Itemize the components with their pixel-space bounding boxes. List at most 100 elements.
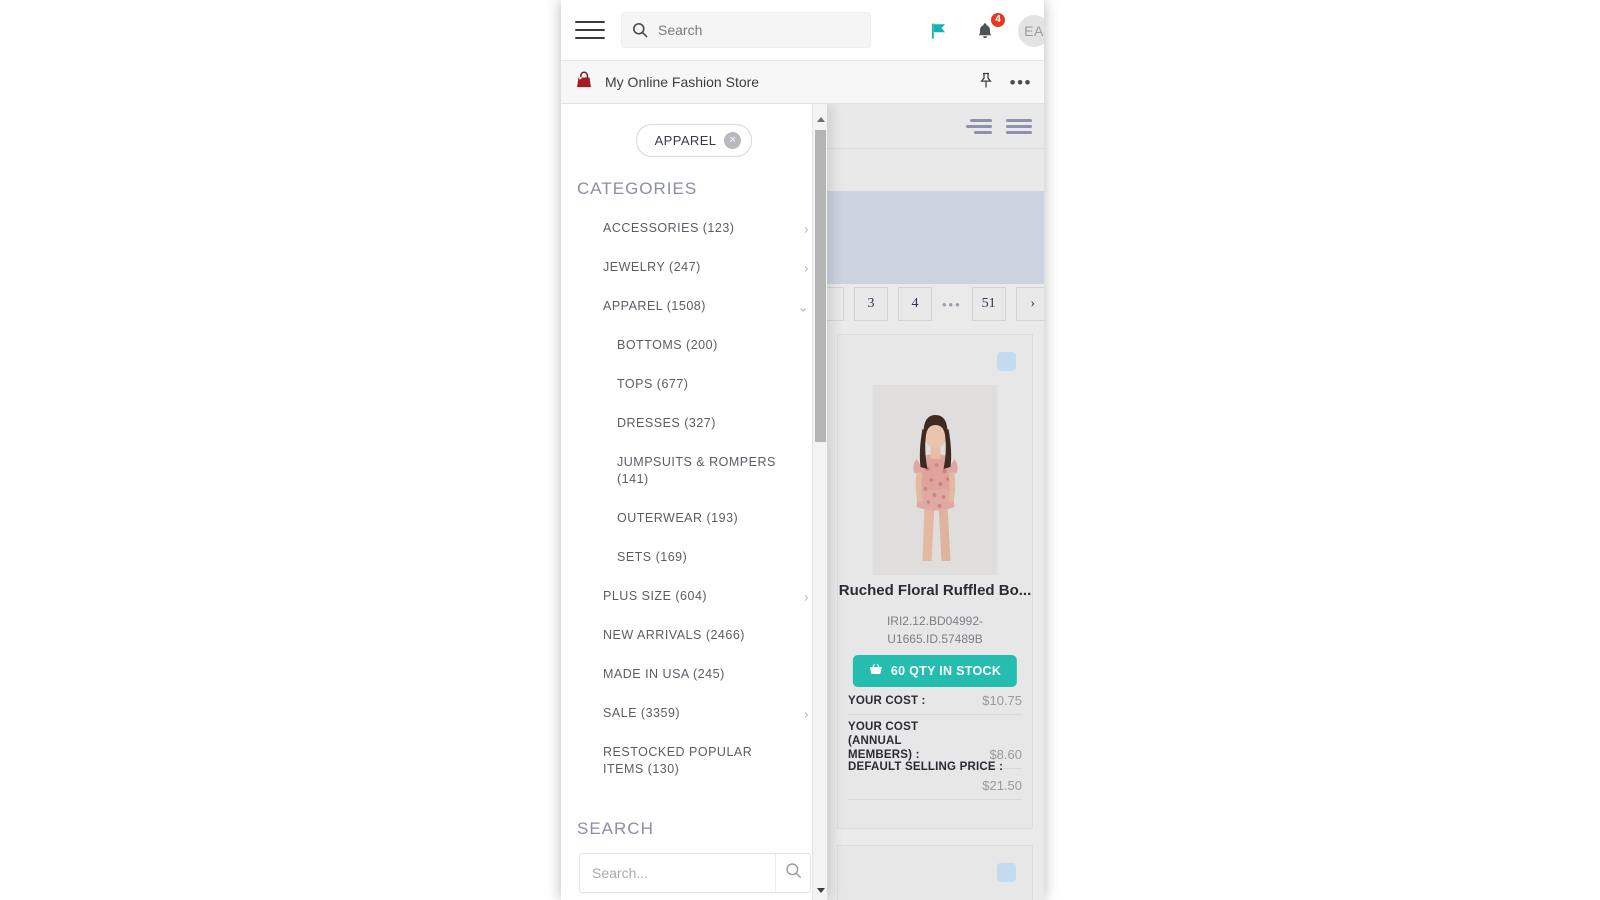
- stock-badge-label: 60 QTY IN STOCK: [890, 664, 1002, 678]
- close-icon[interactable]: ×: [724, 132, 742, 149]
- product-select-checkbox[interactable]: [997, 352, 1016, 371]
- category-label: DRESSES (327): [617, 416, 716, 430]
- view-line: [966, 124, 992, 128]
- panel-search-heading: SEARCH: [577, 819, 654, 838]
- page-button-3[interactable]: 3: [854, 287, 888, 321]
- view-line: [1006, 130, 1032, 134]
- category-label: MADE IN USA (245): [603, 667, 725, 681]
- app-window: 4 EA My Online Fashion Store: [561, 0, 1044, 900]
- category-label: TOPS (677): [617, 377, 689, 391]
- chevron-down-icon[interactable]: [813, 883, 828, 898]
- page-ellipsis: •••: [942, 296, 962, 312]
- category-label: ACCESSORIES (123): [603, 221, 735, 235]
- view-line: [1006, 124, 1032, 128]
- category-item-made-in-usa[interactable]: MADE IN USA (245): [561, 655, 827, 694]
- selection-band: [826, 191, 1044, 284]
- listing-toolbar: [826, 104, 1044, 149]
- listing-filters-strip: [826, 149, 1044, 191]
- chevron-right-icon[interactable]: ›: [804, 220, 809, 237]
- stock-badge[interactable]: 60 QTY IN STOCK: [852, 655, 1018, 687]
- chevron-right-icon[interactable]: ›: [804, 588, 809, 605]
- search-icon: [785, 862, 802, 884]
- hamburger-line: [575, 37, 605, 39]
- category-item-sets[interactable]: SETS (169): [561, 538, 827, 577]
- avatar[interactable]: EA: [1018, 14, 1044, 47]
- filter-panel: APPAREL × CATEGORIES ACCESSORIES (123) ›…: [561, 104, 827, 900]
- top-bar-actions: 4 EA: [926, 0, 1044, 61]
- search-icon: [632, 22, 648, 38]
- basket-icon: [869, 663, 883, 679]
- arrow-glyph: [816, 888, 825, 893]
- view-line: [974, 130, 992, 134]
- category-list: ACCESSORIES (123) › JEWELRY (247) › APPA…: [561, 199, 827, 789]
- active-filter-chips: APPAREL ×: [561, 104, 827, 157]
- category-label: BOTTOMS (200): [617, 338, 718, 352]
- category-item-bottoms[interactable]: BOTTOMS (200): [561, 326, 827, 365]
- category-item-outerwear[interactable]: OUTERWEAR (193): [561, 499, 827, 538]
- page-button-last[interactable]: 51: [971, 287, 1006, 321]
- category-item-dresses[interactable]: DRESSES (327): [561, 404, 827, 443]
- arrow-glyph: [816, 117, 825, 122]
- notification-badge: 4: [990, 11, 1006, 28]
- list-view-icon[interactable]: [966, 118, 992, 134]
- category-item-accessories[interactable]: ACCESSORIES (123) ›: [561, 209, 827, 248]
- category-label: PLUS SIZE (604): [603, 589, 708, 603]
- chip-label: APPAREL: [654, 133, 717, 148]
- product-card[interactable]: [837, 845, 1033, 900]
- category-item-plus-size[interactable]: PLUS SIZE (604) ›: [561, 577, 827, 616]
- page-button-partial[interactable]: [826, 287, 844, 321]
- category-item-new-arrivals[interactable]: NEW ARRIVALS (2466): [561, 616, 827, 655]
- panel-search-button[interactable]: [775, 854, 810, 892]
- chevron-up-icon[interactable]: [813, 112, 828, 127]
- global-search-box[interactable]: [621, 12, 871, 48]
- category-label: SALE (3359): [603, 706, 681, 720]
- price-label: DEFAULT SELLING PRICE :: [848, 761, 1004, 773]
- category-item-restocked-popular-items[interactable]: RESTOCKED POPULAR ITEMS (130): [561, 733, 827, 789]
- category-item-jewelry[interactable]: JEWELRY (247) ›: [561, 248, 827, 287]
- tab-more-options-icon[interactable]: •••: [1010, 74, 1032, 91]
- store-tab-title[interactable]: My Online Fashion Store: [605, 74, 759, 90]
- product-listing: 3 4 ••• 51 › Ruched Floral Ruffled Bo...…: [826, 104, 1044, 900]
- product-sku: IRI2.12.BD04992-U1665.ID.57489B: [886, 614, 984, 646]
- pagination: 3 4 ••• 51 ›: [826, 279, 1044, 329]
- product-select-checkbox[interactable]: [997, 863, 1016, 882]
- product-title[interactable]: Ruched Floral Ruffled Bo...: [838, 582, 1032, 599]
- top-bar: 4 EA: [561, 0, 1044, 61]
- page-button-4[interactable]: 4: [898, 287, 932, 321]
- filter-panel-scrollbar[interactable]: [812, 104, 827, 900]
- category-item-sale[interactable]: SALE (3359) ›: [561, 694, 827, 733]
- hamburger-line: [575, 29, 605, 31]
- list-compact-icon[interactable]: [1006, 118, 1032, 134]
- categories-heading: CATEGORIES: [577, 179, 698, 198]
- hamburger-icon[interactable]: [575, 16, 607, 44]
- page-next-button[interactable]: ›: [1015, 287, 1044, 321]
- chevron-down-icon[interactable]: ⌄: [798, 298, 809, 315]
- view-line: [1006, 118, 1032, 122]
- category-item-tops[interactable]: TOPS (677): [561, 365, 827, 404]
- panel-search-box[interactable]: [579, 853, 811, 893]
- category-item-jumpsuits-rompers[interactable]: JUMPSUITS & ROMPERS (141): [561, 443, 827, 499]
- store-tab-bar: My Online Fashion Store •••: [561, 61, 1044, 104]
- active-filter-chip-apparel[interactable]: APPAREL ×: [635, 124, 753, 157]
- bell-icon[interactable]: 4: [972, 11, 1006, 44]
- category-item-apparel[interactable]: APPAREL (1508) ⌄: [561, 287, 827, 326]
- content-area: 3 4 ••• 51 › Ruched Floral Ruffled Bo...…: [561, 104, 1044, 900]
- scrollbar-thumb[interactable]: [815, 130, 826, 442]
- chevron-right-icon[interactable]: ›: [804, 705, 809, 722]
- product-card[interactable]: Ruched Floral Ruffled Bo... IRI2.12.BD04…: [837, 334, 1033, 829]
- flag-icon[interactable]: [926, 18, 952, 44]
- price-value: $10.75: [982, 693, 1022, 708]
- chevron-right-icon[interactable]: ›: [804, 259, 809, 276]
- pin-icon[interactable]: [978, 72, 994, 94]
- search-input[interactable]: [656, 21, 856, 39]
- product-image: [872, 385, 998, 575]
- category-label: JUMPSUITS & ROMPERS (141): [617, 455, 776, 486]
- view-line: [970, 118, 992, 122]
- price-label: YOUR COST (ANNUAL MEMBERS) :: [848, 721, 920, 761]
- tab-bar-actions: •••: [978, 61, 1032, 104]
- screen-root: 4 EA My Online Fashion Store: [0, 0, 1600, 900]
- price-value: $21.50: [982, 778, 1022, 793]
- price-row-default-selling: DEFAULT SELLING PRICE : $21.50: [848, 760, 1022, 800]
- category-label: RESTOCKED POPULAR ITEMS (130): [603, 745, 753, 776]
- panel-search-input[interactable]: [580, 864, 775, 882]
